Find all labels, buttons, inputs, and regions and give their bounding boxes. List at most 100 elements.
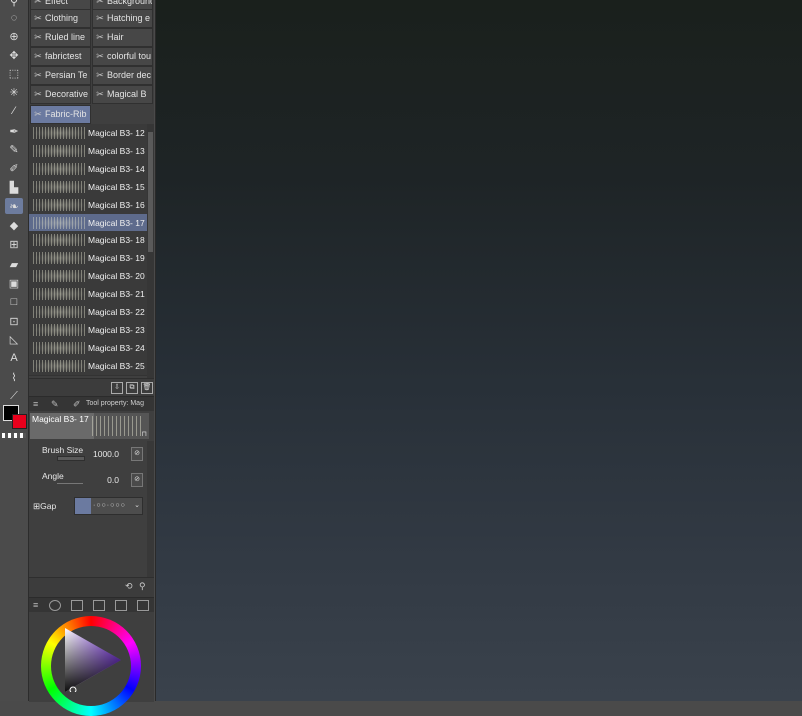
menu-icon[interactable]: ≡ [33, 598, 38, 612]
menu-icon[interactable]: ≡ [33, 397, 38, 411]
brush-tab-icon[interactable]: ✐ [73, 397, 81, 411]
brush-preview-name: Magical B3- 17 [30, 413, 94, 439]
color-wheel-tab-icon[interactable] [49, 600, 61, 611]
brush-name: Magical B3- 20 [88, 271, 145, 282]
decoration-icon[interactable]: ❧ [5, 198, 23, 214]
gap-selected-option[interactable] [75, 498, 91, 514]
brush-list-item[interactable]: Magical B3- 20 [29, 267, 147, 287]
brush-name: Magical B3- 16 [88, 199, 145, 210]
brush-list-item[interactable]: Magical B3- 22 [29, 303, 147, 322]
brush-name: Magical B3- 13 [88, 145, 145, 156]
zoom-rotate-icon[interactable]: ⊕ [5, 28, 23, 44]
canvas-area[interactable] [155, 0, 802, 701]
brush-list-item[interactable]: Magical B3- 17 [29, 213, 147, 233]
lasso-rotate-icon[interactable]: ◌ [5, 10, 23, 26]
magic-wand-icon[interactable]: ✳ [5, 84, 23, 100]
settings-search-icon[interactable]: ⚲ [139, 581, 146, 592]
transparent-color-swatch[interactable] [2, 433, 26, 438]
scroll-thumb[interactable] [148, 132, 153, 252]
brush-stroke-preview [33, 323, 87, 336]
brush-list-item[interactable]: Magical B3- 15 [29, 177, 147, 197]
brush-name: Magical B3- 23 [88, 324, 145, 335]
brush-list-item[interactable]: Magical B3- 14 [29, 159, 147, 179]
subtool-group-ruled-line[interactable]: ✂ Ruled line [30, 28, 91, 47]
subtool-group-border[interactable]: ✂ Border dec [92, 66, 153, 85]
approximate-color-tab-icon[interactable] [137, 600, 149, 611]
brush-size-dynamics-button[interactable]: ⊘ [131, 447, 143, 461]
brush-size-value[interactable]: 1000.0 [79, 449, 119, 459]
figure-icon[interactable]: □ [5, 294, 23, 310]
eraser-icon[interactable]: ◆ [5, 217, 23, 233]
brush-list-item[interactable]: Magical B3- 25 [29, 356, 147, 376]
brush-name: Magical B3- 24 [88, 342, 145, 353]
subtool-group-colorful[interactable]: ✂ colorful tou [92, 47, 153, 66]
subtool-group-label: Clothing [45, 13, 79, 23]
ruler-icon[interactable]: ◺ [5, 331, 23, 347]
blend-icon[interactable]: ⊞ [5, 236, 23, 252]
brush-stroke-preview [33, 180, 87, 193]
hair-icon: ✂ [96, 32, 104, 42]
balloon-icon[interactable]: ⌇ [5, 369, 23, 385]
subtool-group-persian[interactable]: ✂ Persian Te [30, 66, 91, 85]
subtool-group-clothing[interactable]: ✂ Clothing [30, 9, 91, 28]
colorful-icon: ✂ [96, 51, 104, 61]
gap-selector[interactable]: ·○○·○○○ ⌄ [74, 497, 143, 515]
subtool-group-fabric-rib[interactable]: ✂ Fabric-Rib [30, 105, 91, 124]
subtool-group-fabric[interactable]: ✂ fabrictest [30, 47, 91, 66]
intermediate-color-tab-icon[interactable] [115, 600, 127, 611]
subtool-group-hatching[interactable]: ✂ Hatching e [92, 9, 153, 28]
brush-stroke-preview [33, 234, 87, 247]
duplicate-icon[interactable]: ⧉ [126, 382, 138, 394]
subtool-detail-icon[interactable]: ✎ [51, 397, 59, 411]
sub-color-swatch[interactable] [12, 414, 27, 429]
brush-list-item[interactable]: Magical B3- 18 [29, 231, 147, 251]
brush-list-item[interactable]: Magical B3- 19 [29, 249, 147, 269]
chevron-down-icon[interactable]: ⌄ [134, 498, 140, 514]
subtool-group-decorative[interactable]: ✂ Decorative [30, 85, 91, 104]
eyedropper-icon[interactable]: ⁄ [5, 103, 23, 119]
airbrush-icon[interactable]: ▙ [5, 179, 23, 195]
correct-line-icon[interactable]: ⟋ [5, 388, 23, 404]
brush-list-item[interactable]: Magical B3- 21 [29, 285, 147, 305]
gradient-icon[interactable]: ▣ [5, 275, 23, 291]
rect-select-icon[interactable]: ⬚ [5, 65, 23, 81]
brush-preview: Magical B3- 17 ⊓ [30, 413, 149, 439]
brush-list-item[interactable]: Magical B3- 13 [29, 141, 147, 161]
import-icon[interactable]: ⇩ [111, 382, 123, 394]
move-icon[interactable]: ✥ [5, 47, 23, 63]
saturation-value-triangle[interactable] [59, 628, 123, 692]
zoom-icon[interactable]: ⚲ [5, 0, 23, 9]
fill-icon[interactable]: ▰ [5, 256, 23, 272]
brush-list-item[interactable]: Magical B3- 16 [29, 195, 147, 215]
brush-list-item[interactable]: Magical B3- 12 [29, 124, 147, 143]
color-set-tab-icon[interactable] [93, 600, 105, 611]
gap-label[interactable]: ⊞Gap [33, 501, 56, 512]
subtool-group-magical[interactable]: ✂ Magical B [92, 85, 153, 104]
subtool-group-label: Ruled line [45, 32, 86, 42]
pencil-icon[interactable]: ✎ [5, 141, 23, 157]
angle-dynamics-button[interactable]: ⊘ [131, 473, 143, 487]
gap-options-preview: ·○○·○○○ [93, 502, 126, 509]
delete-icon[interactable]: 🗑 [141, 382, 153, 394]
brush-icon[interactable]: ✐ [5, 160, 23, 176]
text-icon[interactable]: A [5, 350, 23, 366]
brush-name: Magical B3- 21 [88, 289, 145, 300]
pen-icon[interactable]: ✒ [5, 123, 23, 139]
brush-name: Magical B3- 15 [88, 181, 145, 192]
frame-icon[interactable]: ⊡ [5, 313, 23, 329]
tool-property-scrollbar[interactable] [147, 441, 154, 577]
brush-list-item[interactable]: Magical B3- 23 [29, 320, 147, 340]
lock-icon[interactable]: ⊓ [142, 430, 147, 438]
decorative-icon: ✂ [34, 89, 42, 99]
subtool-group-label: colorful tou [107, 51, 152, 61]
subtool-group-hair[interactable]: ✂ Hair [92, 28, 153, 47]
brush-stroke-preview [33, 127, 87, 139]
angle-value[interactable]: 0.0 [79, 475, 119, 485]
subtool-footer: ⇩ ⧉ 🗑 [29, 378, 154, 397]
color-slider-tab-icon[interactable] [71, 600, 83, 611]
brush-list-scrollbar[interactable] [147, 124, 154, 378]
reset-icon[interactable]: ⟲ [125, 581, 133, 592]
brush-name: Magical B3- 14 [88, 163, 145, 174]
subtool-group-label: Border dec [107, 70, 152, 80]
brush-list-item[interactable]: Magical B3- 24 [29, 338, 147, 358]
